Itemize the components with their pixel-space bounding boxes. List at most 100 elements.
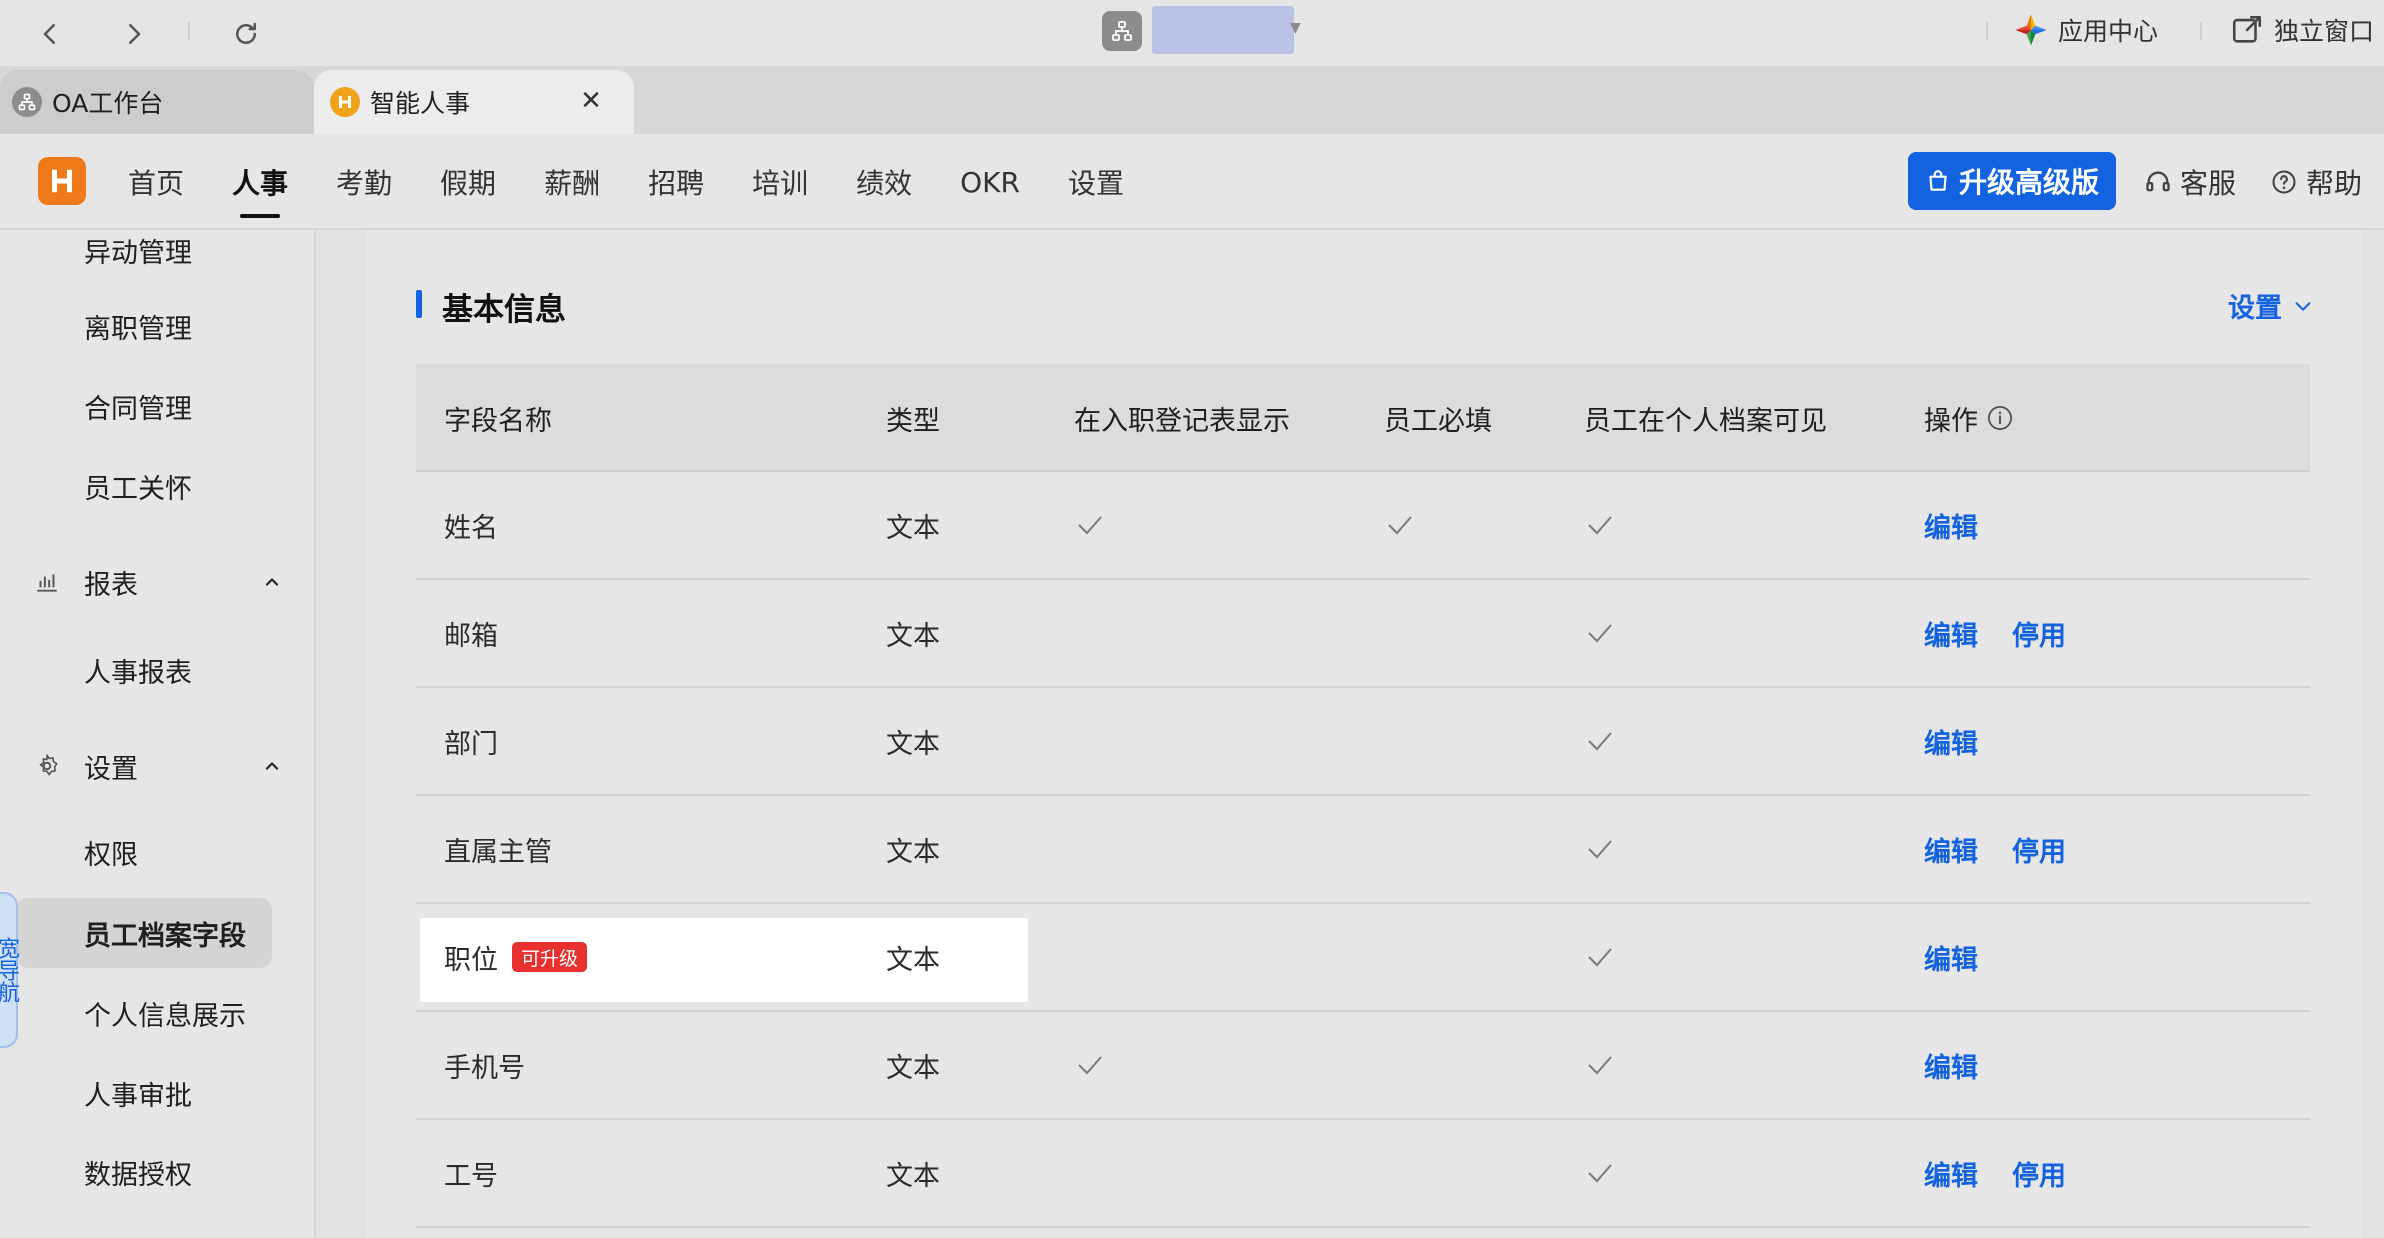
customer-service-label: 客服 — [2180, 167, 2237, 200]
nav-payroll[interactable]: 薪酬 — [520, 134, 624, 230]
table-row: 工号 文本 编辑 停用 — [416, 1120, 2310, 1228]
customer-service-button[interactable]: 客服 — [2144, 160, 2236, 204]
sidebar-item-permissions[interactable]: 权限 — [84, 832, 138, 872]
app-header: 首页 人事 考勤 假期 薪酬 招聘 培训 绩效 OKR 设置 升级高级版 客服 … — [0, 134, 2384, 230]
edit-link[interactable]: 编辑 — [1924, 796, 1978, 902]
edit-link[interactable]: 编辑 — [1924, 1120, 1978, 1226]
chevron-up-icon — [260, 570, 284, 594]
upgrade-button[interactable]: 升级高级版 — [1908, 152, 2116, 210]
tab-strip: OA工作台 智能人事 ✕ — [0, 66, 2384, 134]
chevron-down-icon — [2295, 301, 2311, 311]
chevron-left-icon — [43, 24, 55, 44]
field-name: 手机号 — [444, 1052, 525, 1084]
tab-label: 智能人事 — [370, 89, 471, 118]
headset-icon — [2146, 171, 2170, 192]
edit-link[interactable]: 编辑 — [1924, 580, 1978, 686]
org-switcher-icon[interactable] — [1102, 11, 1142, 51]
check-icon — [1386, 472, 1414, 578]
column-header-field-name: 字段名称 — [444, 405, 552, 437]
edit-link[interactable]: 编辑 — [1924, 688, 1978, 794]
table-body: 姓名 文本 编辑 邮箱 文本 编辑 停用 部门 文本 编辑 直属主管 文本 编辑 停用 职位 可升级 文本 编辑手… — [416, 472, 2310, 1228]
field-name: 直属主管 — [444, 836, 552, 868]
disable-link[interactable]: 停用 — [2012, 580, 2066, 686]
tab-smart-hr[interactable]: 智能人事 ✕ — [314, 70, 634, 134]
toolbar-divider — [1986, 22, 1988, 40]
nav-home[interactable]: 首页 — [104, 134, 208, 230]
disable-link[interactable]: 停用 — [2012, 796, 2066, 902]
field-name-cell: 姓名 — [444, 472, 498, 578]
field-type: 文本 — [886, 836, 940, 868]
help-button[interactable]: 帮助 — [2270, 160, 2362, 204]
check-icon — [1586, 580, 1614, 686]
check-icon — [1586, 1120, 1614, 1226]
org-name-redacted[interactable] — [1152, 6, 1294, 54]
sidebar-item-hr-approval[interactable]: 人事审批 — [84, 1073, 192, 1113]
table-row: 职位 可升级 文本 编辑 — [416, 904, 2310, 1012]
section-title: 基本信息 — [442, 292, 566, 328]
app-center-button[interactable]: 应用中心 — [2014, 10, 2158, 50]
app-logo[interactable] — [38, 157, 86, 205]
nav-recruiting[interactable]: 招聘 — [624, 134, 728, 230]
field-type: 文本 — [886, 512, 940, 544]
toolbar-divider — [2200, 22, 2202, 40]
sidebar-item-personal-info[interactable]: 个人信息展示 — [84, 993, 246, 1033]
guide-tab-label: 宽导航 — [0, 937, 19, 1003]
h-logo-icon — [52, 169, 72, 193]
org-chart-icon — [12, 87, 42, 117]
nav-guide-tab[interactable]: 宽导航 — [0, 892, 19, 1048]
table-row: 部门 文本 编辑 — [416, 688, 2310, 796]
check-icon — [1586, 796, 1614, 902]
sidebar-group-reports[interactable]: 报表 — [32, 560, 284, 604]
sidebar-item-contract[interactable]: 合同管理 — [84, 386, 192, 426]
tab-oa-workbench[interactable]: OA工作台 — [0, 70, 314, 134]
refresh-button[interactable] — [224, 12, 268, 56]
toolbar-divider — [188, 22, 190, 40]
nav-settings[interactable]: 设置 — [1044, 134, 1148, 230]
actions-header-label: 操作 — [1924, 405, 1978, 437]
sidebar-item-hr-report[interactable]: 人事报表 — [84, 650, 192, 690]
edit-link[interactable]: 编辑 — [1924, 904, 1978, 1010]
table-header: 字段名称 类型 在入职登记表显示 员工必填 员工在个人档案可见 操作 — [416, 364, 2310, 472]
sidebar-item-transfer[interactable]: 异动管理 — [84, 230, 192, 270]
edit-link[interactable]: 编辑 — [1924, 472, 1978, 578]
check-icon — [1586, 904, 1614, 1010]
sidebar-item-care[interactable]: 员工关怀 — [84, 466, 192, 506]
standalone-window-button[interactable]: 独立窗口 — [2230, 10, 2374, 50]
sidebar: 异动管理 离职管理 合同管理 员工关怀 报表 人事报表 设置 权限 员工档案字段… — [0, 230, 316, 1238]
disable-link[interactable]: 停用 — [2012, 1120, 2066, 1226]
upgradable-badge: 可升级 — [512, 942, 588, 972]
nav-okr[interactable]: OKR — [936, 134, 1044, 230]
nav-performance[interactable]: 绩效 — [832, 134, 936, 230]
close-icon[interactable]: ✕ — [576, 86, 606, 116]
section-settings-dropdown[interactable]: 设置 — [2228, 286, 2314, 325]
sidebar-group-label: 报表 — [84, 569, 138, 601]
back-button[interactable] — [28, 12, 72, 56]
hr-app-icon — [330, 87, 360, 117]
nav-attendance[interactable]: 考勤 — [312, 134, 416, 230]
check-icon — [1586, 1012, 1614, 1118]
chevron-up-icon — [260, 754, 284, 778]
column-header-type: 类型 — [886, 405, 940, 437]
field-type: 文本 — [886, 728, 940, 760]
edit-link[interactable]: 编辑 — [1924, 1012, 1978, 1118]
field-name-cell: 邮箱 — [444, 580, 498, 686]
sidebar-item-employee-fields[interactable]: 员工档案字段 — [84, 913, 246, 953]
sidebar-item-resignation[interactable]: 离职管理 — [84, 306, 192, 346]
nav-leave[interactable]: 假期 — [416, 134, 520, 230]
field-name-cell: 职位 可升级 — [444, 904, 588, 1010]
sidebar-group-settings[interactable]: 设置 — [32, 744, 284, 788]
field-type: 文本 — [886, 1160, 940, 1192]
caret-down-icon[interactable]: ▼ — [1290, 20, 1301, 36]
field-type: 文本 — [886, 944, 940, 976]
fields-card: 基本信息 设置 字段名称 类型 在入职登记表显示 员工必填 员工在个人档案可见 … — [366, 230, 2362, 1238]
field-name: 部门 — [444, 728, 498, 760]
settings-link-label: 设置 — [2228, 293, 2282, 324]
nav-personnel[interactable]: 人事 — [208, 134, 312, 230]
bar-chart-icon — [32, 567, 62, 597]
forward-button[interactable] — [112, 12, 156, 56]
field-name-cell: 工号 — [444, 1120, 498, 1226]
sidebar-item-data-auth[interactable]: 数据授权 — [84, 1152, 192, 1192]
info-icon[interactable] — [1986, 404, 2014, 432]
table-row: 直属主管 文本 编辑 停用 — [416, 796, 2310, 904]
nav-training[interactable]: 培训 — [728, 134, 832, 230]
